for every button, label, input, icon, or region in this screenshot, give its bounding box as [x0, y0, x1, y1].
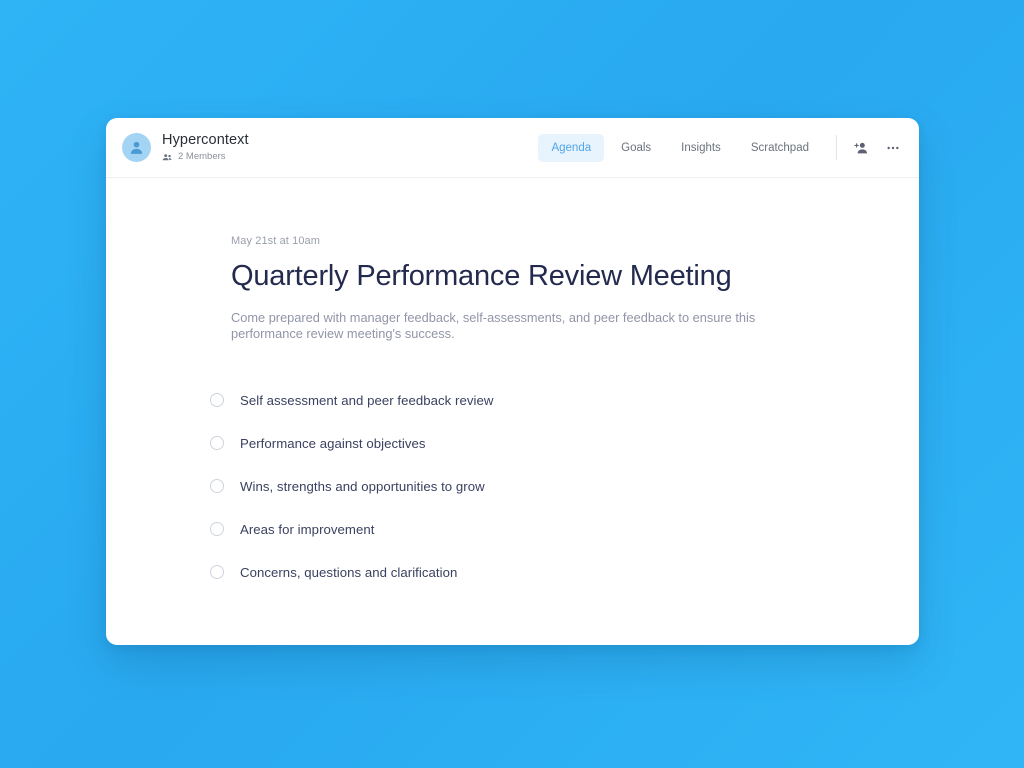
team-identity[interactable]: Hypercontext 2 Members: [122, 132, 249, 163]
agenda-checkbox[interactable]: [210, 522, 224, 536]
list-item[interactable]: Concerns, questions and clarification: [210, 558, 919, 586]
agenda-checkbox[interactable]: [210, 479, 224, 493]
agenda-item-label: Self assessment and peer feedback review: [240, 392, 494, 408]
more-options-button[interactable]: [885, 140, 901, 156]
team-text: Hypercontext 2 Members: [162, 132, 249, 163]
header-nav: Agenda Goals Insights Scratchpad: [538, 133, 901, 162]
meeting-description: Come prepared with manager feedback, sel…: [231, 310, 756, 341]
members-count-label: 2 Members: [178, 151, 226, 162]
more-options-icon: [885, 140, 901, 156]
group-people-icon: [162, 152, 173, 163]
add-member-button[interactable]: [853, 140, 869, 156]
agenda-checkbox[interactable]: [210, 436, 224, 450]
tab-goals[interactable]: Goals: [608, 134, 664, 162]
card-body: May 21st at 10am Quarterly Performance R…: [106, 178, 919, 586]
tab-list: Agenda Goals Insights Scratchpad: [538, 133, 822, 162]
agenda-item-label: Performance against objectives: [240, 435, 426, 451]
header-actions: [853, 140, 901, 156]
meeting-card: Hypercontext 2 Members Agenda Goals Insi…: [106, 118, 919, 645]
list-item[interactable]: Performance against objectives: [210, 429, 919, 457]
list-item[interactable]: Wins, strengths and opportunities to gro…: [210, 472, 919, 500]
tab-insights[interactable]: Insights: [668, 134, 734, 162]
card-header: Hypercontext 2 Members Agenda Goals Insi…: [106, 118, 919, 178]
agenda-item-label: Concerns, questions and clarification: [240, 564, 458, 580]
list-item[interactable]: Self assessment and peer feedback review: [210, 386, 919, 414]
page-title: Quarterly Performance Review Meeting: [231, 260, 732, 292]
agenda-item-label: Areas for improvement: [240, 521, 375, 537]
add-person-icon: [853, 140, 869, 156]
tab-scratchpad[interactable]: Scratchpad: [738, 134, 822, 162]
agenda-item-label: Wins, strengths and opportunities to gro…: [240, 478, 485, 494]
avatar: [122, 133, 151, 162]
meeting-date: May 21st at 10am: [231, 235, 321, 247]
team-members: 2 Members: [162, 151, 249, 163]
tab-agenda[interactable]: Agenda: [538, 133, 605, 162]
nav-divider: [836, 135, 837, 160]
agenda-checkbox[interactable]: [210, 565, 224, 579]
list-item[interactable]: Areas for improvement: [210, 515, 919, 543]
agenda-list: Self assessment and peer feedback review…: [210, 386, 919, 586]
agenda-checkbox[interactable]: [210, 393, 224, 407]
team-name: Hypercontext: [162, 132, 249, 148]
app-background: Hypercontext 2 Members Agenda Goals Insi…: [0, 0, 1024, 768]
